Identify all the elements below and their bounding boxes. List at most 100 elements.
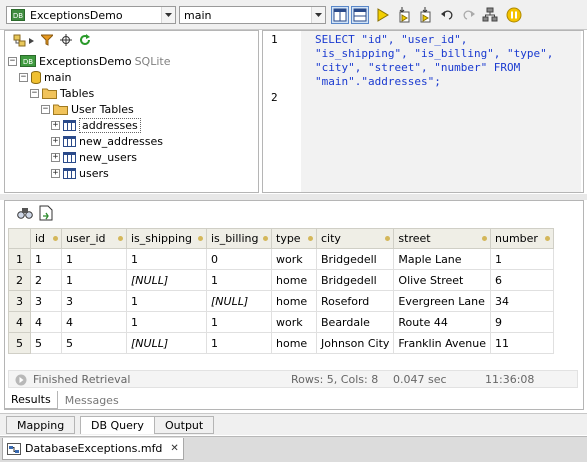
- grid-cell[interactable]: 4: [30, 311, 62, 333]
- expand-icon[interactable]: +: [51, 136, 60, 146]
- grid-cell[interactable]: 0: [206, 248, 272, 270]
- grid-cell[interactable]: 1: [206, 269, 272, 291]
- grid-cell[interactable]: 6: [490, 269, 554, 291]
- document-tab[interactable]: DatabaseExceptions.mfd ✕: [2, 438, 184, 460]
- tab-mapping[interactable]: Mapping: [6, 416, 76, 434]
- row-number[interactable]: 4: [8, 311, 31, 333]
- grid-cell[interactable]: 3: [30, 290, 62, 312]
- grid-cell[interactable]: 11: [490, 332, 554, 354]
- schema-dropdown[interactable]: main: [179, 6, 326, 24]
- column-header[interactable]: is_shipping: [126, 228, 207, 249]
- grid-cell[interactable]: Bridgedell: [315, 269, 395, 291]
- export-results-icon[interactable]: [39, 205, 53, 224]
- grid-cell[interactable]: 9: [490, 311, 554, 333]
- stop-button[interactable]: [505, 6, 523, 24]
- undo-button[interactable]: [439, 6, 457, 24]
- grid-cell[interactable]: 1: [490, 248, 554, 270]
- execute-for-editing-button[interactable]: [395, 6, 413, 24]
- grid-cell[interactable]: Beardale: [315, 311, 395, 333]
- tree-node-schema[interactable]: − main: [19, 69, 71, 85]
- layout-vertical-button[interactable]: [351, 6, 369, 24]
- grid-cell[interactable]: 3: [61, 290, 127, 312]
- grid-cell[interactable]: home: [271, 332, 317, 354]
- column-header[interactable]: user_id: [61, 228, 127, 249]
- expand-icon[interactable]: +: [51, 120, 60, 130]
- row-number[interactable]: 3: [8, 290, 31, 312]
- tab-db-query[interactable]: DB Query: [80, 416, 155, 434]
- sort-icon[interactable]: [385, 236, 391, 241]
- grid-cell[interactable]: Roseford: [315, 290, 395, 312]
- find-icon[interactable]: [17, 206, 33, 223]
- grid-cell[interactable]: 1: [126, 311, 207, 333]
- grid-cell-null[interactable]: [NULL]: [206, 290, 272, 312]
- grid-cell[interactable]: 1: [61, 248, 127, 270]
- column-header[interactable]: city: [315, 228, 395, 249]
- tree-node-tables[interactable]: − Tables: [30, 85, 94, 101]
- grid-cell[interactable]: 1: [61, 269, 127, 291]
- expand-icon[interactable]: +: [51, 152, 60, 162]
- tree-node-table-addresses[interactable]: + addresses: [51, 117, 141, 133]
- sort-icon[interactable]: [118, 236, 123, 241]
- grid-cell[interactable]: Maple Lane: [393, 248, 491, 270]
- grid-cell[interactable]: 1: [206, 332, 272, 354]
- grid-cell[interactable]: Route 44: [393, 311, 491, 333]
- tree-node-table-users[interactable]: + users: [51, 165, 109, 181]
- grid-cell[interactable]: home: [271, 290, 317, 312]
- execute-step-button[interactable]: [416, 6, 434, 24]
- sql-editor[interactable]: 1 2 SELECT "id", "user_id", "is_shipping…: [262, 30, 584, 193]
- column-header[interactable]: is_billing: [206, 228, 272, 249]
- sql-code-area[interactable]: SELECT "id", "user_id", "is_shipping", "…: [301, 31, 581, 192]
- grid-cell[interactable]: Johnson City: [315, 332, 395, 354]
- grid-cell[interactable]: work: [271, 248, 317, 270]
- chevron-down-icon[interactable]: [161, 7, 175, 23]
- tree-node-user-tables[interactable]: − User Tables: [41, 101, 134, 117]
- column-header[interactable]: id: [30, 228, 62, 249]
- grid-cell[interactable]: Evergreen Lane: [393, 290, 491, 312]
- collapse-icon[interactable]: −: [19, 72, 28, 82]
- grid-cell[interactable]: 1: [206, 311, 272, 333]
- row-number[interactable]: 2: [8, 269, 31, 291]
- row-number[interactable]: 1: [8, 248, 31, 270]
- show-query-plan-button[interactable]: [481, 6, 499, 24]
- tree-node-datasource[interactable]: − DB ExceptionsDemo SQLite: [8, 53, 170, 69]
- sort-icon[interactable]: [308, 236, 313, 241]
- grid-cell[interactable]: 1: [126, 290, 207, 312]
- locate-icon[interactable]: [60, 33, 72, 49]
- grid-cell[interactable]: 4: [61, 311, 127, 333]
- filter-icon[interactable]: [39, 34, 55, 49]
- column-header[interactable]: type: [271, 228, 317, 249]
- close-icon[interactable]: ✕: [170, 443, 178, 454]
- grid-cell[interactable]: 1: [30, 248, 62, 270]
- grid-cell[interactable]: work: [271, 311, 317, 333]
- add-connection-icon[interactable]: [13, 34, 34, 48]
- table-row[interactable]: 3 3 3 1 [NULL] home Roseford Evergreen L…: [8, 290, 554, 312]
- expand-icon[interactable]: +: [51, 168, 60, 178]
- table-row[interactable]: 2 2 1 [NULL] 1 home Bridgedell Olive Str…: [8, 269, 554, 291]
- grid-cell-null[interactable]: [NULL]: [126, 269, 207, 291]
- column-header[interactable]: street: [393, 228, 491, 249]
- collapse-icon[interactable]: −: [41, 104, 50, 114]
- execute-button[interactable]: [374, 6, 392, 24]
- refresh-icon[interactable]: [79, 33, 91, 49]
- table-row[interactable]: 5 5 5 [NULL] 1 home Johnson City Frankli…: [8, 332, 554, 354]
- tab-messages[interactable]: Messages: [58, 391, 126, 409]
- grid-cell[interactable]: Franklin Avenue: [393, 332, 491, 354]
- redo-button[interactable]: [459, 6, 477, 24]
- sort-icon[interactable]: [545, 236, 550, 241]
- grid-cell[interactable]: 5: [61, 332, 127, 354]
- sort-icon[interactable]: [53, 236, 58, 241]
- grid-cell[interactable]: 5: [30, 332, 62, 354]
- sort-icon[interactable]: [263, 236, 268, 241]
- tab-results[interactable]: Results: [4, 391, 58, 409]
- sort-icon[interactable]: [482, 236, 487, 241]
- tree-node-table-new-users[interactable]: + new_users: [51, 149, 137, 165]
- grid-cell[interactable]: 1: [126, 248, 207, 270]
- grid-cell[interactable]: Olive Street: [393, 269, 491, 291]
- grid-cell[interactable]: 34: [490, 290, 554, 312]
- table-row[interactable]: 1 1 1 1 0 work Bridgedell Maple Lane 1: [8, 248, 554, 270]
- grid-cell[interactable]: Bridgedell: [315, 248, 395, 270]
- column-header[interactable]: number: [490, 228, 554, 249]
- datasource-dropdown[interactable]: DB ExceptionsDemo: [6, 6, 176, 24]
- row-number[interactable]: 5: [8, 332, 31, 354]
- tree-node-table-new-addresses[interactable]: + new_addresses: [51, 133, 163, 149]
